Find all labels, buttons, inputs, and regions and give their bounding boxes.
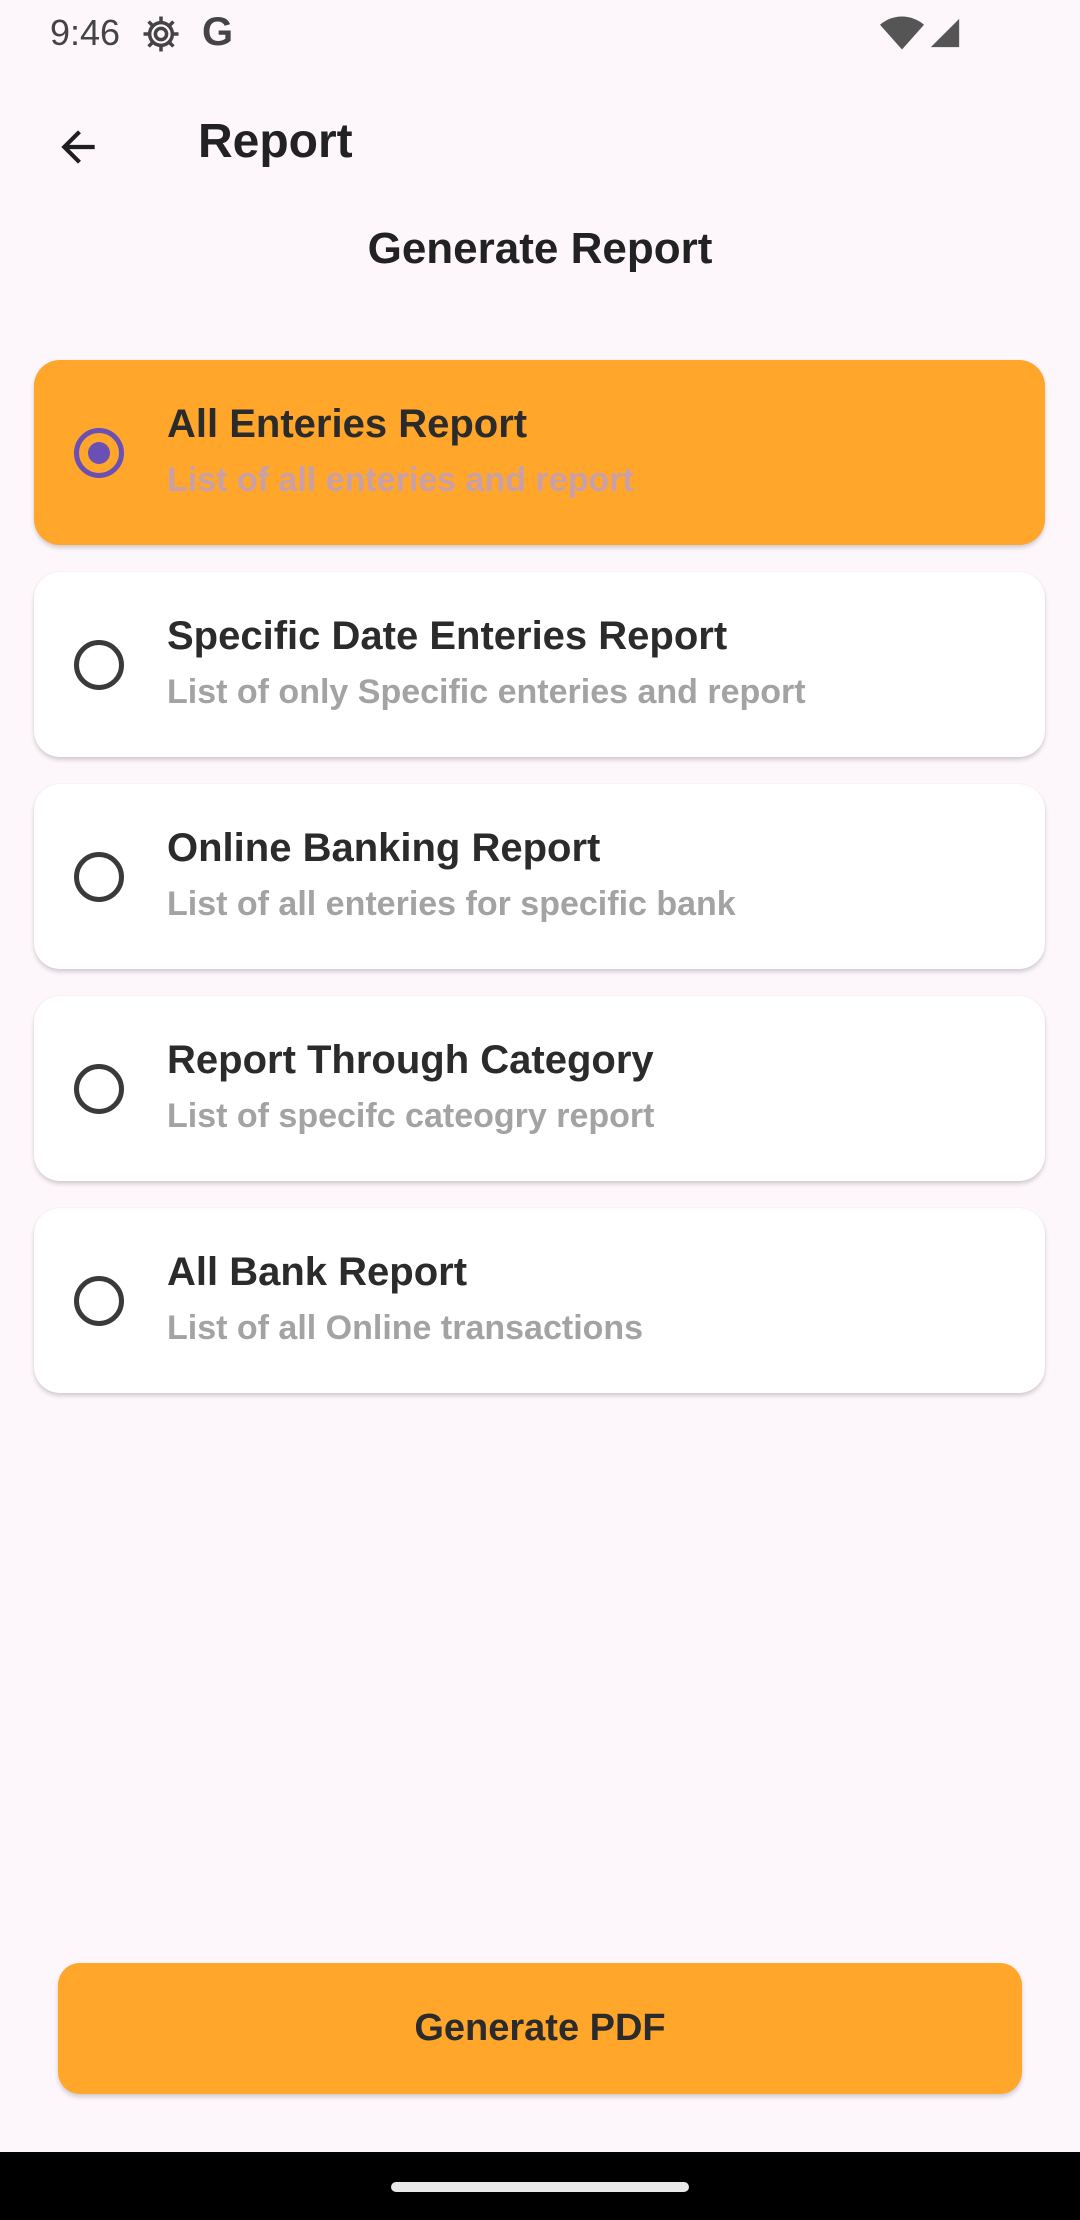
back-button[interactable] bbox=[38, 112, 118, 182]
screen: 9:46 G Report Generate Report All Enteri… bbox=[0, 0, 1080, 2220]
option-title: Specific Date Enteries Report bbox=[167, 614, 728, 658]
option-subtitle: List of all enteries for specific bank bbox=[167, 885, 736, 923]
option-all-bank-report[interactable]: All Bank Report List of all Online trans… bbox=[34, 1208, 1045, 1393]
option-subtitle: List of specifc cateogry report bbox=[167, 1097, 655, 1135]
gear-icon bbox=[143, 16, 179, 52]
option-subtitle: List of all Online transactions bbox=[167, 1309, 644, 1347]
arrow-back-icon bbox=[61, 130, 95, 164]
wifi-icon bbox=[880, 16, 924, 50]
radio-button[interactable] bbox=[74, 1064, 124, 1114]
option-title: All Enteries Report bbox=[167, 402, 528, 446]
google-icon: G bbox=[202, 10, 234, 54]
signal-icon bbox=[930, 18, 960, 48]
home-gesture-handle[interactable] bbox=[391, 2182, 689, 2192]
system-nav-bar bbox=[0, 2152, 1080, 2220]
radio-selected-dot bbox=[88, 442, 110, 464]
radio-button[interactable] bbox=[74, 1276, 124, 1326]
generate-pdf-button[interactable]: Generate PDF bbox=[58, 1963, 1022, 2094]
option-subtitle: List of only Specific enteries and repor… bbox=[167, 673, 806, 711]
radio-button[interactable] bbox=[74, 428, 124, 478]
app-bar: Report bbox=[0, 90, 1080, 200]
option-online-banking-report[interactable]: Online Banking Report List of all enteri… bbox=[34, 784, 1045, 969]
status-bar: 9:46 G bbox=[0, 0, 1080, 70]
option-report-through-category[interactable]: Report Through Category List of specifc … bbox=[34, 996, 1045, 1181]
option-all-enteries-report[interactable]: All Enteries Report List of all enteries… bbox=[34, 360, 1045, 545]
section-title: Generate Report bbox=[367, 224, 713, 273]
radio-button[interactable] bbox=[74, 852, 124, 902]
option-title: Online Banking Report bbox=[167, 826, 601, 870]
status-time: 9:46 bbox=[50, 12, 121, 53]
report-options-list: All Enteries Report List of all enteries… bbox=[34, 360, 1045, 1420]
option-title: All Bank Report bbox=[167, 1250, 468, 1294]
option-specific-date-enteries-report[interactable]: Specific Date Enteries Report List of on… bbox=[34, 572, 1045, 757]
page-title: Report bbox=[198, 115, 353, 168]
option-title: Report Through Category bbox=[167, 1038, 654, 1082]
radio-button[interactable] bbox=[74, 640, 124, 690]
option-subtitle: List of all enteries and report bbox=[167, 461, 634, 499]
